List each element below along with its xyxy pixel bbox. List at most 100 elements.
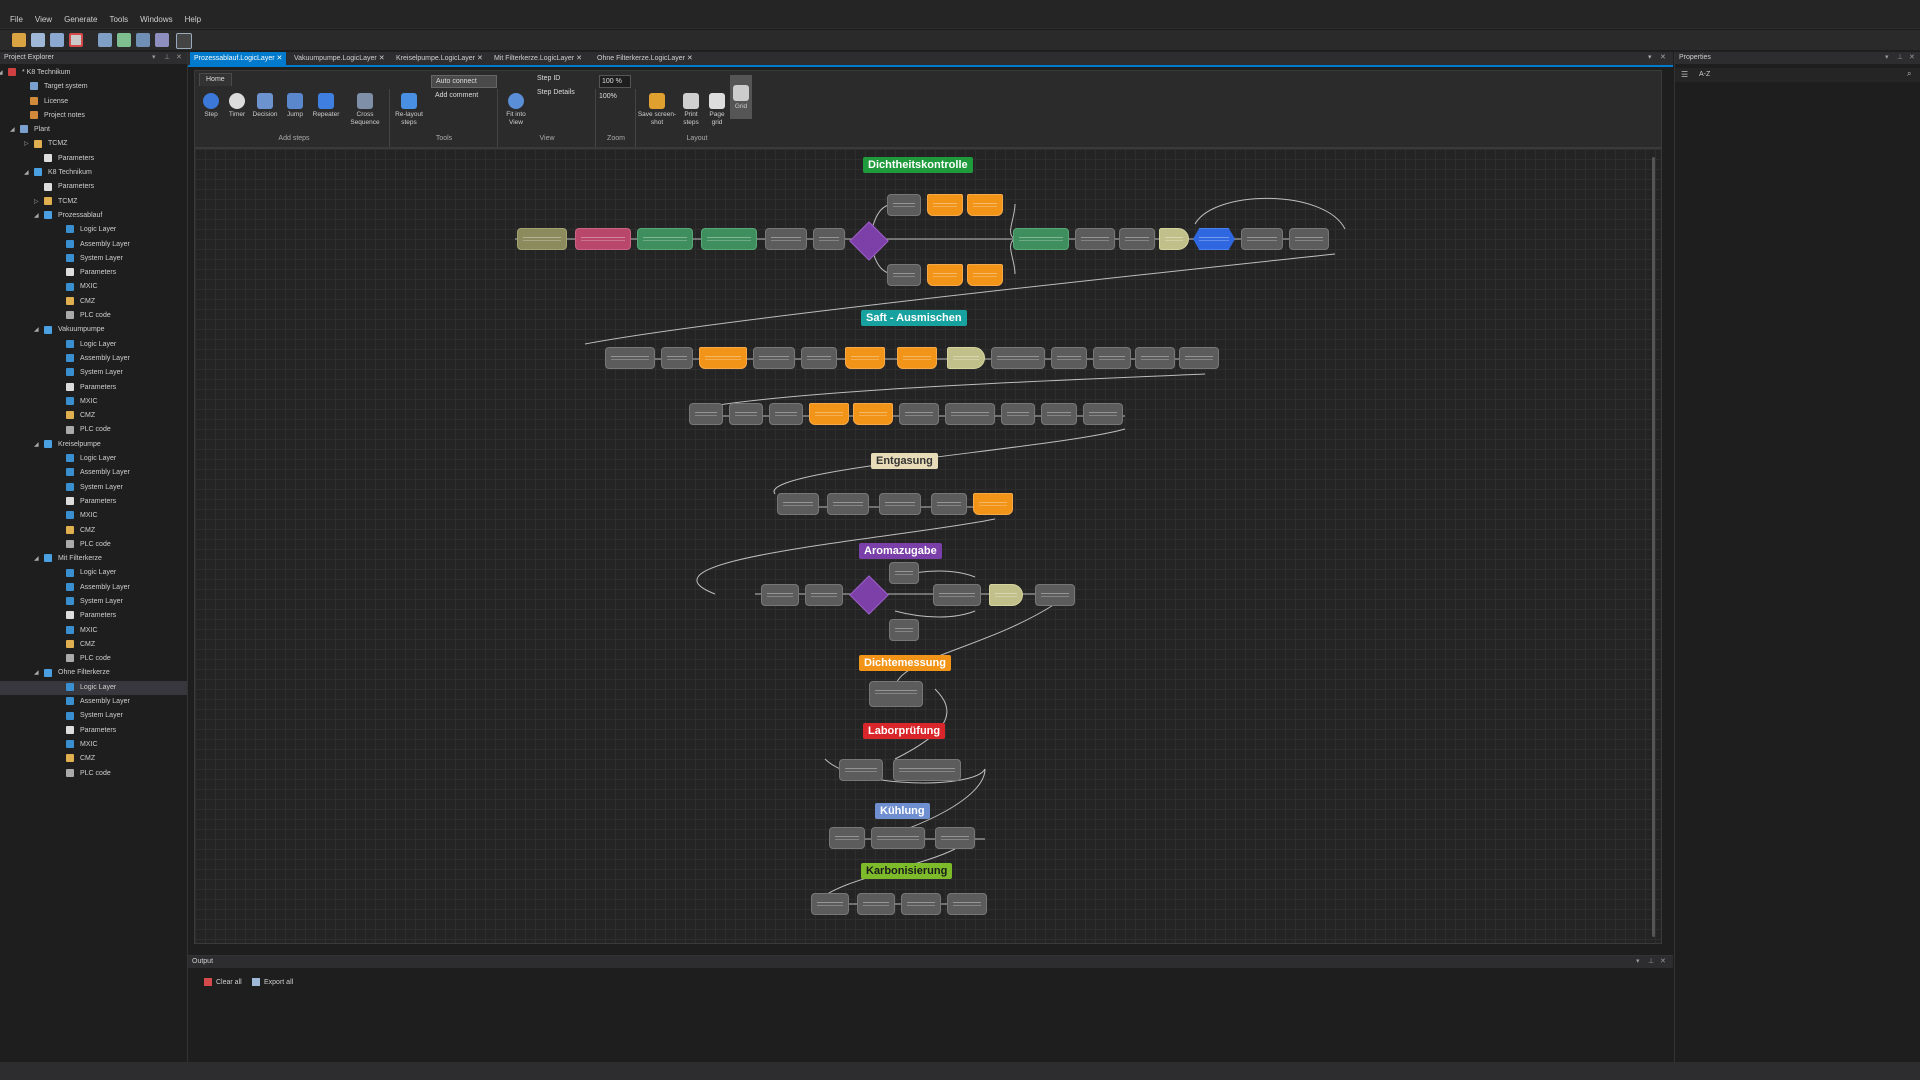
step-node[interactable]	[1135, 347, 1175, 369]
tree-item[interactable]: Parameters	[0, 180, 187, 194]
tree-item[interactable]: Parameters	[0, 724, 187, 738]
expand-arrow-icon[interactable]: ◢	[34, 552, 39, 566]
step-node[interactable]	[1119, 228, 1155, 250]
section-dichtemessung[interactable]: Dichtemessung	[859, 655, 951, 671]
step-node[interactable]	[1001, 403, 1035, 425]
tree-item[interactable]: ▷ TCMZ	[0, 195, 187, 209]
step-node[interactable]	[989, 584, 1023, 606]
step-node[interactable]	[927, 194, 963, 216]
tree-item[interactable]: System Layer	[0, 481, 187, 495]
clear-all-button[interactable]: Clear all	[204, 978, 242, 986]
tree-item[interactable]: License	[0, 95, 187, 109]
tree-item[interactable]: Logic Layer	[0, 338, 187, 352]
tree-item[interactable]: MXIC	[0, 395, 187, 409]
step-node[interactable]	[1159, 228, 1189, 250]
section-kuehlung[interactable]: Kühlung	[875, 803, 930, 819]
tree-item[interactable]: Assembly Layer	[0, 695, 187, 709]
step-node[interactable]	[813, 228, 845, 250]
step-node[interactable]	[637, 228, 693, 250]
panel-menu-icon[interactable]: ▾	[1885, 52, 1889, 64]
tree-item[interactable]: PLC code	[0, 538, 187, 552]
grid-button[interactable]: Grid	[730, 75, 752, 119]
tabs-menu-icon[interactable]: ▾	[1648, 53, 1652, 61]
plc-icon[interactable]	[136, 33, 150, 47]
code-icon[interactable]	[155, 33, 169, 47]
close-icon[interactable]: ✕	[687, 55, 693, 62]
section-entgasung[interactable]: Entgasung	[871, 453, 938, 469]
tree-item[interactable]: Parameters	[0, 495, 187, 509]
page-grid-button[interactable]: Page grid	[705, 93, 729, 127]
new-project-icon[interactable]	[12, 33, 26, 47]
tab-vakuumpumpe[interactable]: Vakuumpumpe.LogicLayer ✕	[290, 52, 389, 65]
step-node[interactable]	[889, 619, 919, 641]
step-node[interactable]	[901, 893, 941, 915]
section-laborpruefung[interactable]: Laborprüfung	[863, 723, 946, 739]
step-node[interactable]	[1193, 228, 1235, 250]
step-node[interactable]	[605, 347, 655, 369]
step-node[interactable]	[967, 194, 1003, 216]
step-node[interactable]	[933, 584, 981, 606]
tree-item[interactable]: ◢ Mit Filterkerze	[0, 552, 187, 566]
pin-icon[interactable]: ⊥	[1897, 52, 1903, 64]
tab-ohne-filterkerze[interactable]: Ohne Filterkerze.LogicLayer ✕	[593, 52, 697, 65]
step-node[interactable]	[973, 493, 1013, 515]
step-node[interactable]	[809, 403, 849, 425]
step-node[interactable]	[839, 759, 883, 781]
section-dichtheitskontrolle[interactable]: Dichtheitskontrolle	[863, 157, 973, 173]
tree-item[interactable]: ◢ Kreiselpumpe	[0, 438, 187, 452]
tree-item[interactable]: Target system	[0, 80, 187, 94]
expand-arrow-icon[interactable]: ▷	[34, 195, 39, 209]
tree-item[interactable]: ◢ Prozessablauf	[0, 209, 187, 223]
save-icon[interactable]	[50, 33, 64, 47]
tree-item[interactable]: Assembly Layer	[0, 581, 187, 595]
search-icon[interactable]: ⌕	[1907, 69, 1911, 79]
timer-button[interactable]: Timer	[225, 93, 249, 119]
step-node[interactable]	[769, 403, 803, 425]
tree-item[interactable]: System Layer	[0, 709, 187, 723]
step-node[interactable]	[879, 493, 921, 515]
tree-item[interactable]: MXIC	[0, 509, 187, 523]
tree-item[interactable]: CMZ	[0, 524, 187, 538]
step-node[interactable]	[777, 493, 819, 515]
save-screenshot-button[interactable]: Save screen-shot	[637, 93, 677, 127]
layer-icon[interactable]	[98, 33, 112, 47]
step-node[interactable]	[853, 403, 893, 425]
tree-item[interactable]: Parameters	[0, 152, 187, 166]
close-icon[interactable]: ✕	[477, 55, 483, 62]
step-node[interactable]	[869, 681, 923, 707]
tabs-close-icon[interactable]: ✕	[1660, 53, 1666, 61]
tree-item[interactable]: Assembly Layer	[0, 466, 187, 480]
tree-item[interactable]: ◢ K8 Technikum	[0, 166, 187, 180]
fit-into-view-button[interactable]: Fit into View	[499, 93, 533, 127]
zoom-input[interactable]: 100 %	[599, 75, 631, 88]
tab-mit-filterkerze[interactable]: Mit Filterkerze.LogicLayer ✕	[490, 52, 586, 65]
jump-button[interactable]: Jump	[283, 93, 307, 119]
section-karbonisierung[interactable]: Karbonisierung	[861, 863, 953, 879]
step-node[interactable]	[947, 893, 987, 915]
step-details-toggle[interactable]: Step Details	[537, 89, 575, 96]
step-node[interactable]	[887, 264, 921, 286]
step-node[interactable]	[1083, 403, 1123, 425]
step-node[interactable]	[1179, 347, 1219, 369]
tree-item[interactable]: ◢ Ohne Filterkerze	[0, 666, 187, 680]
zoom-100-button[interactable]: 100%	[599, 93, 617, 100]
print-steps-button[interactable]: Print steps	[679, 93, 703, 127]
expand-arrow-icon[interactable]: ◢	[24, 166, 29, 180]
expand-arrow-icon[interactable]: ◢	[34, 666, 39, 680]
tab-prozessablauf[interactable]: Prozessablauf.LogicLayer ✕	[190, 52, 287, 65]
step-node[interactable]	[945, 403, 995, 425]
step-node[interactable]	[845, 347, 885, 369]
section-saft-ausmischen[interactable]: Saft - Ausmischen	[861, 310, 967, 326]
save-all-icon[interactable]	[69, 33, 83, 47]
tree-item[interactable]: ◢ Vakuumpumpe	[0, 323, 187, 337]
expand-arrow-icon[interactable]: ◢	[34, 209, 39, 223]
expand-arrow-icon[interactable]: ◢	[0, 66, 3, 80]
tree-item[interactable]: Assembly Layer	[0, 238, 187, 252]
cross-sequence-button[interactable]: Cross Sequence	[345, 93, 385, 127]
close-icon[interactable]: ✕	[379, 55, 385, 62]
step-node[interactable]	[753, 347, 795, 369]
tree-item[interactable]: Parameters	[0, 609, 187, 623]
step-node[interactable]	[811, 893, 849, 915]
step-node[interactable]	[1289, 228, 1329, 250]
step-node[interactable]	[967, 264, 1003, 286]
